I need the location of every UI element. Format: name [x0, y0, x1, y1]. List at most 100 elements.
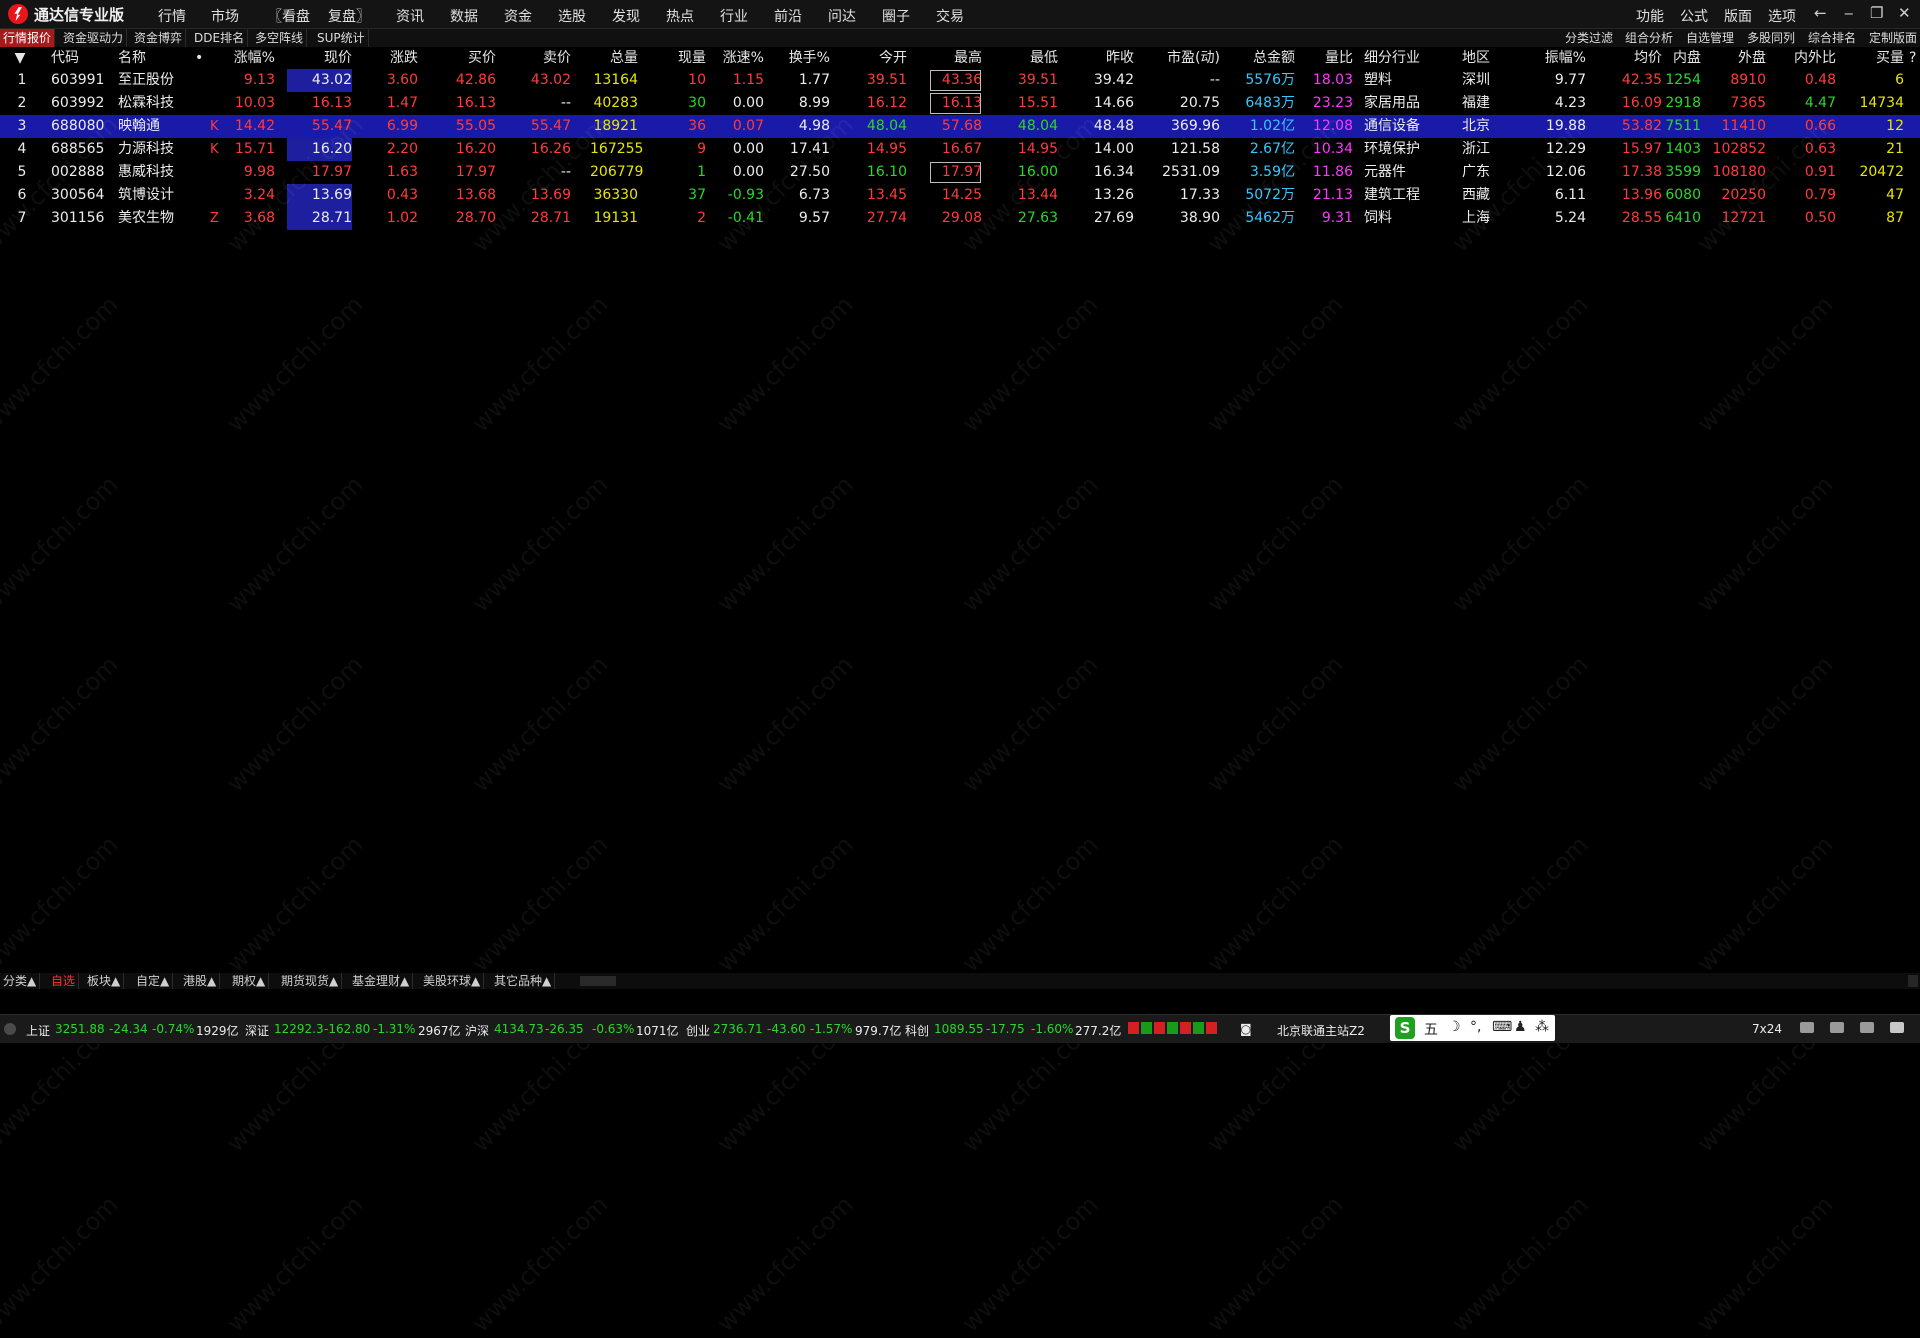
tab-category[interactable]: 分类▲ [0, 973, 41, 989]
tab-quote-list[interactable]: 行情报价 [0, 29, 56, 47]
custom-layout-button[interactable]: 定制版面 [1866, 29, 1920, 47]
watchlist-manage-button[interactable]: 自选管理 [1683, 29, 1737, 47]
tab-sector[interactable]: 板块▲ [84, 973, 125, 989]
col-header-inner[interactable]: 内盘 [1668, 48, 1701, 68]
col-header-bid[interactable]: 买价 [446, 48, 496, 68]
col-header-turnover[interactable]: 换手% [776, 48, 830, 68]
tab-capital-game[interactable]: 资金博弈 [131, 29, 187, 47]
composite-rank-button[interactable]: 综合排名 [1805, 29, 1859, 47]
col-header-ask[interactable]: 卖价 [520, 48, 571, 68]
portfolio-analysis-button[interactable]: 组合分析 [1622, 29, 1676, 47]
scroll-right-button[interactable] [1908, 975, 1918, 987]
menu-item-hot[interactable]: 热点 [666, 6, 694, 26]
monitor-icon[interactable] [1800, 1022, 1814, 1033]
table-row[interactable]: 7 301156 美农生物 Z 3.68 28.71 1.02 28.70 28… [0, 207, 1920, 230]
server-name[interactable]: 北京联通主站Z2 [1277, 1022, 1365, 1039]
col-header-bid-volume[interactable]: 买量 [1856, 48, 1904, 68]
menu-item-layout[interactable]: 版面 [1724, 6, 1752, 26]
total-volume: 19131 [593, 210, 638, 226]
col-header-amplitude[interactable]: 振幅% [1528, 48, 1586, 68]
col-header-name[interactable]: 名称 [118, 48, 146, 68]
notification-icon[interactable] [1890, 1022, 1904, 1033]
menu-item-market[interactable]: 市场 [211, 6, 239, 26]
col-header-low[interactable]: 最低 [1008, 48, 1058, 68]
menu-item-trade[interactable]: 交易 [936, 6, 964, 26]
menu-item-discover[interactable]: 发现 [612, 6, 640, 26]
table-row[interactable]: 6 300564 筑博设计 3.24 13.69 0.43 13.68 13.6… [0, 184, 1920, 207]
tab-watchlist[interactable]: 自选 [48, 973, 80, 989]
col-header-pe[interactable]: 市盈(动) [1150, 48, 1220, 68]
tab-options[interactable]: 期权▲ [229, 973, 270, 989]
col-header-pct[interactable]: 涨幅% [230, 48, 275, 68]
col-header-avg-price[interactable]: 均价 [1615, 48, 1662, 68]
ime-grid-icon[interactable]: ⁂ [1535, 1019, 1549, 1035]
ime-logo-icon[interactable]: S [1395, 1017, 1415, 1039]
col-header-industry[interactable]: 细分行业 [1364, 48, 1420, 68]
tab-futures[interactable]: 期货现货▲ [278, 973, 343, 989]
tab-sup-stats[interactable]: SUP统计 [314, 29, 369, 47]
col-header-current-volume[interactable]: 现量 [660, 48, 706, 68]
col-header-open[interactable]: 今开 [857, 48, 907, 68]
tab-us-global[interactable]: 美股环球▲ [420, 973, 485, 989]
restore-icon[interactable]: ❐ [1870, 4, 1883, 22]
close-icon[interactable]: ✕ [1898, 4, 1911, 22]
col-header-speed[interactable]: 涨速% [712, 48, 764, 68]
menu-item-quotes[interactable]: 行情 [158, 6, 186, 26]
col-header-region[interactable]: 地区 [1462, 48, 1490, 68]
col-header-code[interactable]: 代码 [51, 48, 79, 68]
col-header-change[interactable]: 涨跌 [370, 48, 418, 68]
ime-wubi-label[interactable]: 五 [1424, 1019, 1438, 1039]
current-price: 13.69 [287, 184, 352, 207]
tab-funds[interactable]: 基金理财▲ [349, 973, 414, 989]
tab-capital-drive[interactable]: 资金驱动力 [60, 29, 128, 47]
menu-item-screener[interactable]: 选股 [558, 6, 586, 26]
multi-stock-button[interactable]: 多股同列 [1744, 29, 1798, 47]
category-filter-button[interactable]: 分类过滤 [1562, 29, 1616, 47]
menu-item-industry[interactable]: 行业 [720, 6, 748, 26]
col-header-inout-ratio[interactable]: 内外比 [1772, 48, 1836, 68]
horizontal-scrollbar[interactable] [580, 976, 616, 986]
tab-dde-rank[interactable]: DDE排名 [191, 29, 249, 47]
col-header-volume[interactable]: 总量 [590, 48, 638, 68]
help-icon[interactable]: ? [1909, 48, 1916, 68]
camera-icon[interactable]: ◙ [1240, 1022, 1252, 1036]
col-header-high[interactable]: 最高 [930, 48, 982, 68]
ime-moon-icon[interactable]: ☽ [1448, 1019, 1461, 1035]
bid-price: 17.97 [455, 164, 496, 180]
sort-toggle-icon[interactable]: ▼ [10, 48, 30, 68]
menu-item-watch[interactable]: 〖看盘 [268, 6, 310, 26]
menu-item-replay[interactable]: 复盘〗 [328, 6, 370, 26]
ime-keyboard-icon[interactable]: ⌨ [1492, 1019, 1512, 1035]
menu-item-circle[interactable]: 圈子 [882, 6, 910, 26]
col-header-price[interactable]: 现价 [300, 48, 352, 68]
menu-item-news[interactable]: 资讯 [396, 6, 424, 26]
tab-other[interactable]: 其它品种▲ [491, 973, 556, 989]
ime-punct-icon[interactable]: °, [1470, 1019, 1481, 1035]
menu-item-options[interactable]: 选项 [1768, 6, 1796, 26]
message-icon[interactable] [1830, 1022, 1844, 1033]
tab-long-short[interactable]: 多空阵线 [252, 29, 308, 47]
menu-item-capital[interactable]: 资金 [504, 6, 532, 26]
menu-item-function[interactable]: 功能 [1636, 6, 1664, 26]
minimize-icon[interactable]: ‒ [1844, 4, 1854, 22]
ime-user-icon[interactable]: ♟ [1514, 1019, 1527, 1035]
menu-item-data[interactable]: 数据 [450, 6, 478, 26]
back-arrow-icon[interactable]: ← [1814, 4, 1827, 22]
tab-hk-stocks[interactable]: 港股▲ [180, 973, 221, 989]
table-row[interactable]: 2 603992 松霖科技 10.03 16.13 1.47 16.13 -- … [0, 92, 1920, 115]
col-header-amount[interactable]: 总金额 [1245, 48, 1295, 68]
col-header-volume-ratio[interactable]: 量比 [1305, 48, 1353, 68]
table-row[interactable]: 1 603991 至正股份 9.13 43.02 3.60 42.86 43.0… [0, 69, 1920, 92]
col-header-flag[interactable]: • [195, 48, 203, 68]
table-row[interactable]: 4 688565 力源科技 K 15.71 16.20 2.20 16.20 1… [0, 138, 1920, 161]
col-header-prev-close[interactable]: 昨收 [1084, 48, 1134, 68]
close-status-icon[interactable] [4, 1023, 16, 1035]
settings-icon[interactable] [1860, 1022, 1874, 1033]
menu-item-ask[interactable]: 问达 [828, 6, 856, 26]
tab-custom[interactable]: 自定▲ [133, 973, 174, 989]
col-header-outer[interactable]: 外盘 [1710, 48, 1766, 68]
table-row-selected[interactable]: 3 688080 映翰通 K 14.42 55.47 6.99 55.05 55… [0, 115, 1920, 138]
menu-item-frontier[interactable]: 前沿 [774, 6, 802, 26]
menu-item-formula[interactable]: 公式 [1680, 6, 1708, 26]
table-row[interactable]: 5 002888 惠威科技 9.98 17.97 1.63 17.97 -- 2… [0, 161, 1920, 184]
